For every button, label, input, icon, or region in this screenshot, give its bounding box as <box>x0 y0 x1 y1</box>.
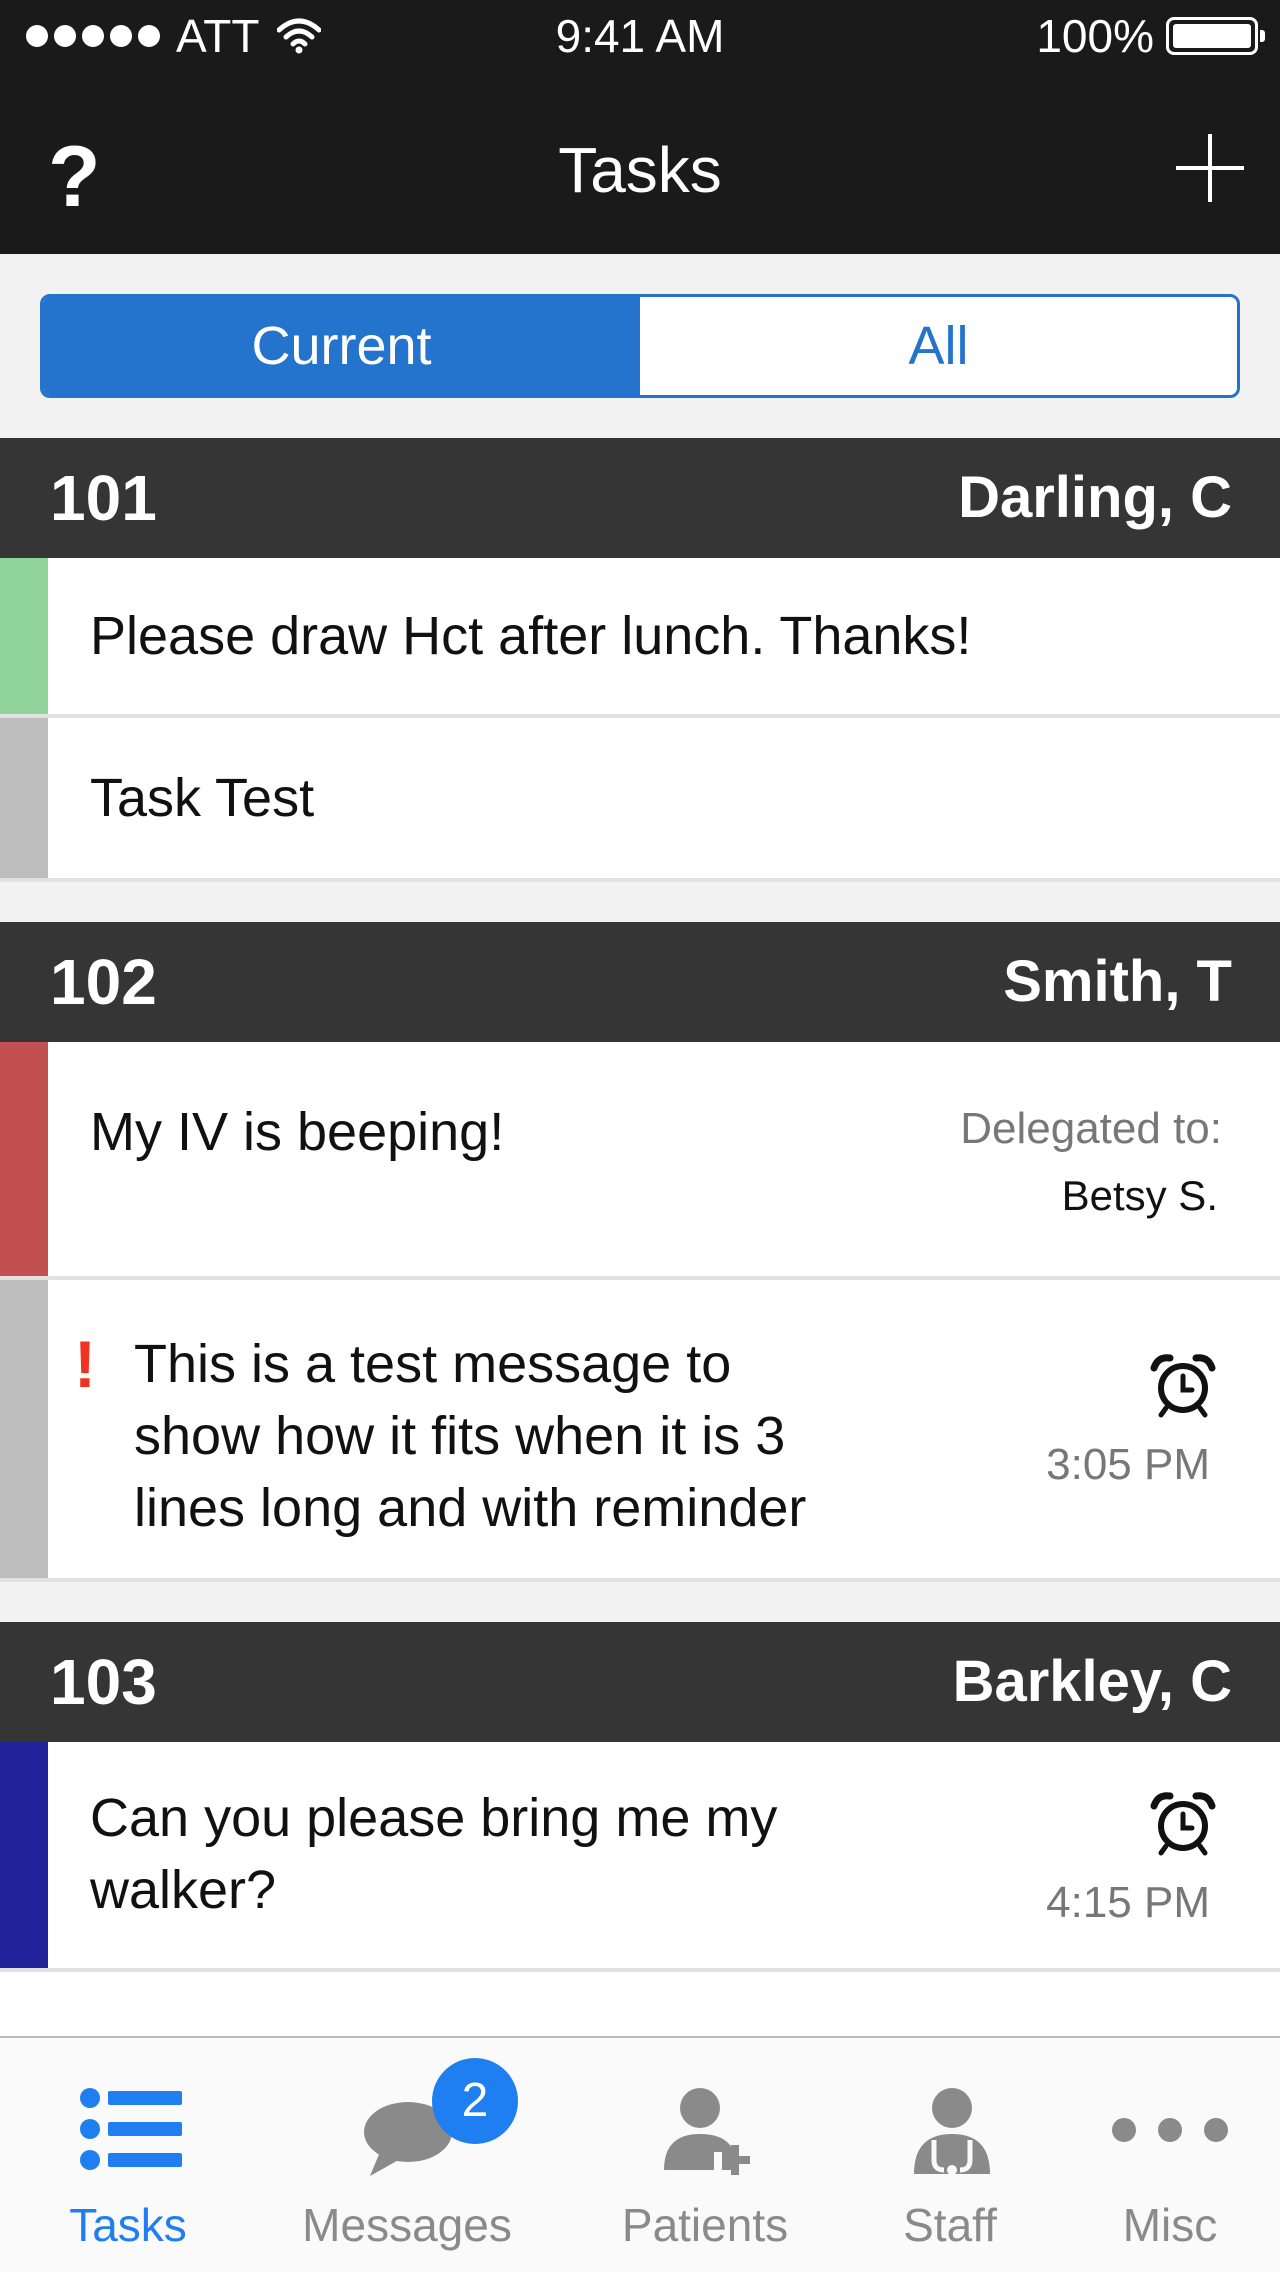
segment-all[interactable]: All <box>640 297 1237 395</box>
add-task-button[interactable] <box>1174 132 1246 204</box>
tab-tasks[interactable]: Tasks <box>24 2038 232 2272</box>
tab-label: Staff <box>903 2199 997 2251</box>
tab-messages[interactable]: 2 Messages <box>282 2038 532 2272</box>
task-filter-segmented-control: Current All <box>40 294 1240 398</box>
task-status-bar <box>0 718 48 878</box>
patient-add-icon <box>664 2088 750 2175</box>
staff-stethoscope-icon <box>914 2088 990 2175</box>
tab-label: Tasks <box>69 2199 187 2251</box>
task-row[interactable]: My IV is beeping! Delegated to: Betsy S. <box>0 1042 1280 1280</box>
more-dots-icon <box>1112 2118 1228 2142</box>
alarm-clock-icon <box>1150 1792 1216 1856</box>
room-number: 101 <box>50 462 157 534</box>
battery-percent: 100% <box>1036 10 1154 62</box>
unread-badge: 2 <box>432 2058 518 2144</box>
section-gap <box>0 1582 1280 1622</box>
tab-bar: Tasks 2 Messages Patients Staff Misc <box>0 2036 1280 2272</box>
high-priority-icon: ! <box>74 1327 96 1401</box>
patient-name: Smith, T <box>1003 949 1232 1014</box>
delegated-label: Delegated to: <box>960 1104 1222 1153</box>
room-header: 102 Smith, T <box>0 922 1280 1042</box>
task-status-bar <box>0 558 48 714</box>
status-bar: ATT 9:41 AM 100% <box>0 0 1280 72</box>
task-text-line: walker? <box>90 1860 277 1920</box>
task-text: My IV is beeping! <box>90 1102 505 1162</box>
room-number: 103 <box>50 1646 157 1718</box>
task-text: Task Test <box>90 768 315 828</box>
battery-icon <box>1166 17 1265 55</box>
reminder-time: 3:05 PM <box>1046 1440 1210 1489</box>
segment-current[interactable]: Current <box>43 297 640 395</box>
list-icon <box>80 2088 182 2170</box>
reminder-time: 4:15 PM <box>1046 1878 1210 1927</box>
tab-label: Misc <box>1122 2199 1218 2251</box>
task-text: This is a test message to show how it fi… <box>134 1328 806 1544</box>
tab-patients[interactable]: Patients <box>600 2038 810 2272</box>
task-row[interactable]: ! This is a test message to show how it … <box>0 1280 1280 1582</box>
section-gap <box>0 882 1280 922</box>
tab-label: Patients <box>621 2199 789 2251</box>
tab-misc[interactable]: Misc <box>1080 2038 1260 2272</box>
task-text-line: show how it fits when it is 3 <box>134 1406 786 1466</box>
patient-name: Barkley, C <box>952 1649 1232 1714</box>
task-text-line: lines long and with reminder <box>134 1478 807 1538</box>
room-header: 101 Darling, C <box>0 438 1280 558</box>
alarm-clock-icon <box>1150 1354 1216 1418</box>
task-row[interactable]: Please draw Hct after lunch. Thanks! <box>0 558 1280 718</box>
task-status-bar <box>0 1742 48 1968</box>
delegated-name: Betsy S. <box>1061 1172 1218 1219</box>
navigation-bar: ? Tasks <box>0 72 1280 254</box>
task-text-line: Can you please bring me my <box>90 1788 778 1848</box>
task-text-line: This is a test message to <box>134 1334 732 1394</box>
task-status-bar <box>0 1280 48 1578</box>
tab-staff[interactable]: Staff <box>860 2038 1040 2272</box>
tab-label: Messages <box>302 2199 512 2251</box>
task-row[interactable]: Can you please bring me my walker? 4:15 … <box>0 1742 1280 1972</box>
task-text: Please draw Hct after lunch. Thanks! <box>90 606 972 666</box>
filter-area: Current All <box>0 254 1280 438</box>
status-right: 100% <box>1036 10 1265 62</box>
task-row[interactable]: Task Test <box>0 718 1280 882</box>
task-status-bar <box>0 1042 48 1276</box>
patient-name: Darling, C <box>958 465 1232 530</box>
page-title: Tasks <box>558 134 722 206</box>
task-text: Can you please bring me my walker? <box>90 1782 777 1926</box>
room-number: 102 <box>50 946 157 1018</box>
room-header: 103 Barkley, C <box>0 1622 1280 1742</box>
